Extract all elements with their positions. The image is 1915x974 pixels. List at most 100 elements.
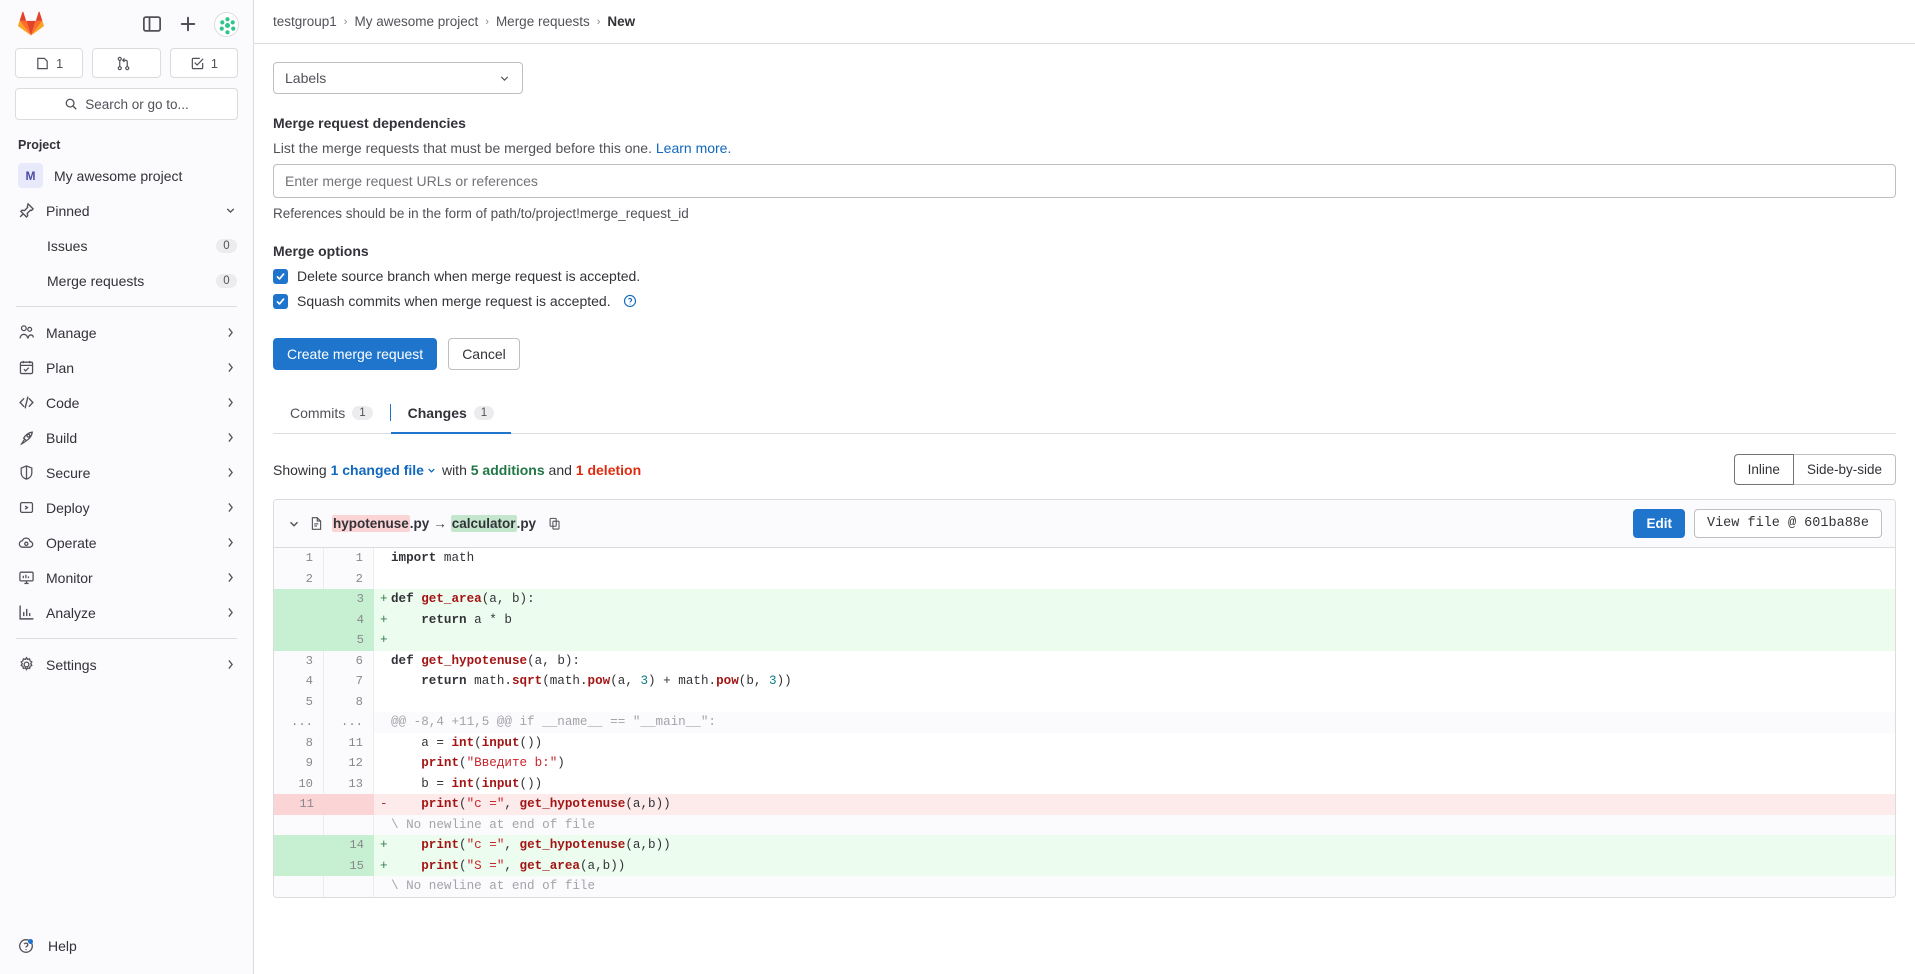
diff-new-line-number[interactable]: 4 xyxy=(324,610,374,631)
copy-path-icon[interactable] xyxy=(548,517,562,531)
toggle-sidebar-icon[interactable] xyxy=(142,14,162,34)
diff-new-line-number[interactable]: 1 xyxy=(324,548,374,569)
diff-old-line-number[interactable]: 10 xyxy=(274,774,324,795)
breadcrumb-item-merge-requests[interactable]: Merge requests xyxy=(496,14,590,29)
help-question-icon[interactable] xyxy=(623,294,637,308)
sidebar-item-label: Deploy xyxy=(46,500,213,516)
sidebar-item-build[interactable]: Build xyxy=(0,420,253,455)
sidebar-item-manage[interactable]: Manage xyxy=(0,315,253,350)
sidebar-item-help[interactable]: Help xyxy=(0,926,253,966)
todos-count-button[interactable]: 1 xyxy=(170,48,238,78)
sidebar-item-issues[interactable]: Issues 0 xyxy=(0,228,253,263)
diff-new-line-number[interactable]: 5 xyxy=(324,630,374,651)
sidebar-item-settings[interactable]: Settings xyxy=(0,647,253,682)
sidebar-item-analyze[interactable]: Analyze xyxy=(0,595,253,630)
form-actions: Create merge request Cancel xyxy=(273,338,1896,370)
tab-commits[interactable]: Commits 1 xyxy=(273,396,390,434)
diff-old-line-number[interactable]: 11 xyxy=(274,794,324,815)
sidebar-item-pinned[interactable]: Pinned xyxy=(0,193,253,228)
diff-new-line-number[interactable]: 3 xyxy=(324,589,374,610)
diff-old-line-number[interactable]: 5 xyxy=(274,692,324,713)
diff-old-line-number[interactable] xyxy=(274,876,324,897)
breadcrumb-item-group[interactable]: testgroup1 xyxy=(273,14,337,29)
diff-old-line-number[interactable]: ... xyxy=(274,712,324,733)
gitlab-logo[interactable] xyxy=(18,11,44,37)
sidebar-item-merge-requests[interactable]: Merge requests 0 xyxy=(0,263,253,298)
sidebar-item-deploy[interactable]: Deploy xyxy=(0,490,253,525)
diff-line-nonew: \ No newline at end of file xyxy=(274,876,1895,897)
view-side-by-side-button[interactable]: Side-by-side xyxy=(1794,454,1896,485)
file-rename-label: hypotenuse.py→calculator.py xyxy=(332,516,536,531)
diff-old-line-number[interactable]: 9 xyxy=(274,753,324,774)
chevron-down-icon[interactable] xyxy=(287,517,301,531)
diff-new-line-number[interactable]: 15 xyxy=(324,856,374,877)
sidebar-item-secure[interactable]: Secure xyxy=(0,455,253,490)
diff-line-code: print("c =", get_hypotenuse(a,b)) xyxy=(388,835,1895,856)
diff-line-sign: + xyxy=(374,856,388,877)
diff-summary: Showing 1 changed filewith 5 additions a… xyxy=(273,462,641,478)
delete-source-branch-checkbox[interactable] xyxy=(273,269,288,284)
labels-dropdown[interactable]: Labels xyxy=(273,62,523,94)
diff-new-line-number[interactable] xyxy=(324,876,374,897)
sidebar-divider xyxy=(16,638,237,639)
learn-more-link[interactable]: Learn more. xyxy=(656,140,731,156)
create-new-icon[interactable] xyxy=(178,14,198,34)
view-inline-button[interactable]: Inline xyxy=(1734,454,1794,485)
diff-new-line-number[interactable] xyxy=(324,794,374,815)
gear-icon xyxy=(18,656,35,673)
diff-new-line-number[interactable]: 7 xyxy=(324,671,374,692)
diff-view-toggle: Inline Side-by-side xyxy=(1734,454,1896,485)
view-file-button[interactable]: View file @ 601ba88e xyxy=(1694,509,1882,538)
todo-icon xyxy=(190,56,205,71)
diff-line-code: return math.sqrt(math.pow(a, 3) + math.p… xyxy=(388,671,1895,692)
diff-new-line-number[interactable] xyxy=(324,815,374,836)
sidebar-item-project[interactable]: M My awesome project xyxy=(0,158,253,193)
diff-new-line-number[interactable]: 13 xyxy=(324,774,374,795)
diff-new-line-number[interactable]: 12 xyxy=(324,753,374,774)
diff-new-line-number[interactable]: 14 xyxy=(324,835,374,856)
sidebar-item-operate[interactable]: Operate xyxy=(0,525,253,560)
sidebar-item-label: Build xyxy=(46,430,213,446)
diff-old-line-number[interactable] xyxy=(274,589,324,610)
chevron-down-icon[interactable] xyxy=(426,465,437,476)
diff-new-line-number[interactable]: 6 xyxy=(324,651,374,672)
diff-line-code: a = int(input()) xyxy=(388,733,1895,754)
breadcrumb-separator: › xyxy=(344,16,348,28)
create-merge-request-button[interactable]: Create merge request xyxy=(273,338,437,370)
dependencies-input[interactable] xyxy=(273,164,1896,198)
diff-old-line-number[interactable] xyxy=(274,856,324,877)
cancel-button[interactable]: Cancel xyxy=(448,338,520,370)
diff-new-line-number[interactable]: 8 xyxy=(324,692,374,713)
user-avatar[interactable] xyxy=(214,12,239,37)
diff-new-line-number[interactable]: ... xyxy=(324,712,374,733)
diff-old-line-number[interactable]: 8 xyxy=(274,733,324,754)
sidebar-item-code[interactable]: Code xyxy=(0,385,253,420)
tab-changes[interactable]: Changes 1 xyxy=(391,396,512,434)
diff-line-add: 14+ print("c =", get_hypotenuse(a,b)) xyxy=(274,835,1895,856)
sidebar-item-plan[interactable]: Plan xyxy=(0,350,253,385)
diff-old-line-number[interactable]: 1 xyxy=(274,548,324,569)
merge-requests-count-button[interactable] xyxy=(92,48,160,78)
changed-files-dropdown[interactable]: 1 changed file xyxy=(331,462,424,478)
diff-old-line-number[interactable] xyxy=(274,610,324,631)
diff-old-line-number[interactable]: 2 xyxy=(274,569,324,590)
chevron-right-icon xyxy=(224,571,237,584)
breadcrumb-item-project[interactable]: My awesome project xyxy=(354,14,478,29)
diff-old-line-number[interactable] xyxy=(274,630,324,651)
file-icon xyxy=(309,516,324,531)
users-icon xyxy=(18,324,35,341)
references-hint: References should be in the form of path… xyxy=(273,206,1896,221)
sidebar-item-label: My awesome project xyxy=(54,168,237,184)
squash-commits-checkbox[interactable] xyxy=(273,294,288,309)
diff-old-line-number[interactable]: 3 xyxy=(274,651,324,672)
diff-new-line-number[interactable]: 2 xyxy=(324,569,374,590)
diff-old-line-number[interactable] xyxy=(274,835,324,856)
diff-line-code: print("Введите b:") xyxy=(388,753,1895,774)
diff-old-line-number[interactable] xyxy=(274,815,324,836)
diff-old-line-number[interactable]: 4 xyxy=(274,671,324,692)
issues-count-button[interactable]: 1 xyxy=(15,48,83,78)
search-input[interactable]: Search or go to... xyxy=(15,88,238,120)
sidebar-item-monitor[interactable]: Monitor xyxy=(0,560,253,595)
edit-file-button[interactable]: Edit xyxy=(1633,509,1685,538)
diff-new-line-number[interactable]: 11 xyxy=(324,733,374,754)
